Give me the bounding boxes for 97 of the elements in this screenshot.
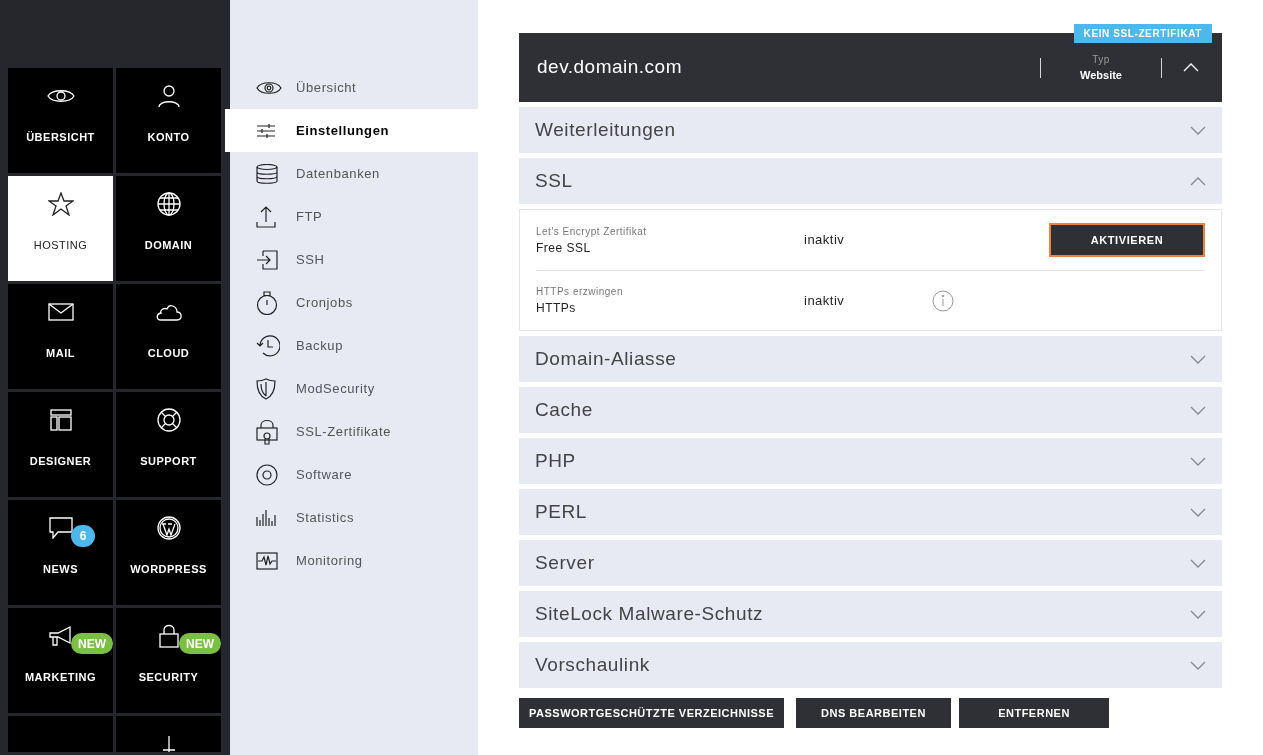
user-icon (157, 84, 180, 107)
shield-icon (256, 377, 276, 400)
action-button[interactable]: PASSWORTGESCHÜTZTE VERZEICHNISSE (519, 698, 784, 728)
chevron-down-icon[interactable] (1190, 125, 1206, 135)
type-value: Website (1080, 67, 1122, 83)
sub-menu-item[interactable]: Statistics (230, 496, 478, 539)
menu-tile[interactable]: ÜBERSICHT (8, 68, 113, 173)
sub-menu-item[interactable]: SSH (230, 238, 478, 281)
history-icon (256, 334, 280, 357)
sliders-icon (256, 122, 276, 139)
sign-in-icon (256, 249, 278, 270)
sub-menu-item[interactable]: ModSecurity (230, 367, 478, 410)
accordion-header[interactable]: Vorschaulink (519, 642, 1222, 688)
sub-menu-item[interactable]: Monitoring (230, 539, 478, 582)
layout-icon (49, 408, 72, 431)
wordpress-icon (156, 515, 181, 540)
menu-tile[interactable]: CLOUD (116, 284, 221, 389)
menu-tile[interactable]: DESIGNER (8, 392, 113, 497)
eye-icon (256, 79, 282, 96)
lifebuoy-icon (156, 407, 181, 432)
menu-tile-label: KONTO (147, 129, 190, 145)
stopwatch-icon (256, 290, 278, 315)
action-button[interactable]: DNS BEARBEITEN (796, 698, 951, 728)
chevron-down-icon[interactable] (1190, 456, 1206, 466)
menu-tile-label: MARKETING (24, 669, 97, 685)
upload-icon (256, 205, 276, 228)
menu-tile-label: CLOUD (147, 345, 190, 361)
accordion-header[interactable]: PHP (519, 438, 1222, 484)
accordion-header[interactable]: PERL (519, 489, 1222, 535)
action-button[interactable]: ENTFERNEN (959, 698, 1109, 728)
accordion-header[interactable]: Cache (519, 387, 1222, 433)
setting-status: inaktiv (804, 291, 846, 310)
menu-tile-label: MAIL (46, 345, 75, 361)
menu-tile[interactable] (116, 716, 221, 752)
accordion-header[interactable]: Weiterleitungen (519, 107, 1222, 153)
accordion-header[interactable]: Domain-Aliasse (519, 336, 1222, 382)
domain-name: dev.domain.com (537, 55, 683, 80)
padlock-icon (158, 623, 179, 648)
menu-tile-label: DOMAIN (144, 237, 193, 253)
setting-status: inaktiv (804, 231, 846, 250)
heartbeat-monitor-icon (256, 551, 278, 570)
type-label: Typ (1092, 52, 1110, 67)
accordion-header[interactable]: Server (519, 540, 1222, 586)
menu-tile[interactable]: NEW MARKETING (8, 608, 113, 713)
accordion-header[interactable]: SiteLock Malware-Schutz (519, 591, 1222, 637)
envelope-icon (47, 302, 74, 321)
star-icon (47, 191, 74, 216)
database-icon (256, 163, 278, 184)
globe-icon (156, 191, 181, 216)
plus-icon (162, 736, 175, 752)
setting-label: Free SSL (536, 239, 592, 257)
bar-chart-icon (256, 508, 276, 527)
disc-icon (256, 463, 278, 486)
certificate-lock-icon (256, 418, 278, 445)
chevron-down-icon[interactable] (1190, 507, 1206, 517)
new-badge: NEW (179, 633, 221, 654)
menu-tile-label: NEWS (43, 561, 78, 577)
sub-menu-item[interactable]: Software (230, 453, 478, 496)
menu-tile-label: SUPPORT (140, 453, 197, 469)
menu-tile[interactable]: KONTO (116, 68, 221, 173)
setting-caption: HTTPs erzwingen (536, 285, 624, 299)
new-badge: NEW (71, 633, 113, 654)
menu-tile[interactable]: 6 NEWS (8, 500, 113, 605)
count-badge: 6 (71, 525, 95, 547)
cloud-icon (155, 302, 182, 321)
info-icon[interactable] (932, 289, 954, 312)
sub-menu-item[interactable]: Cronjobs (230, 281, 478, 324)
sub-menu-item[interactable]: SSL-Zertifikate (230, 410, 478, 453)
activate-button[interactable]: AKTIVIEREN (1049, 223, 1205, 257)
sub-menu-item[interactable]: Übersicht (230, 66, 478, 109)
menu-tile-label: DESIGNER (29, 453, 92, 469)
megaphone-icon (48, 624, 73, 647)
menu-tile-label: HOSTING (33, 237, 88, 253)
chevron-down-icon[interactable] (1190, 558, 1206, 568)
menu-tile[interactable] (8, 716, 113, 752)
chevron-down-icon[interactable] (1190, 405, 1206, 415)
setting-caption: Let's Encrypt Zertifikat (536, 224, 648, 239)
menu-tile-label: ÜBERSICHT (26, 129, 95, 145)
menu-tile[interactable]: DOMAIN (116, 176, 221, 281)
sub-menu-item[interactable]: Datenbanken (230, 152, 478, 195)
menu-tile[interactable]: MAIL (8, 284, 113, 389)
sub-menu-item[interactable]: Backup (230, 324, 478, 367)
menu-tile[interactable]: WORDPRESS (116, 500, 221, 605)
menu-tile-label: SECURITY (138, 669, 199, 685)
sub-menu-item[interactable]: FTP (230, 195, 478, 238)
menu-tile-label: WORDPRESS (130, 561, 207, 577)
chevron-down-icon[interactable] (1190, 354, 1206, 364)
chevron-down-icon[interactable] (1190, 609, 1206, 619)
ssl-status-badge: KEIN SSL-ZERTIFIKAT (1073, 24, 1212, 43)
accordion-header[interactable]: SSL (519, 158, 1222, 204)
menu-tile[interactable]: NEW SECURITY (116, 608, 221, 713)
setting-label: HTTPs (536, 300, 577, 317)
menu-tile[interactable]: SUPPORT (116, 392, 221, 497)
sub-menu-item[interactable]: Einstellungen (225, 109, 478, 152)
speech-bubble-icon (48, 516, 73, 539)
menu-tile[interactable]: HOSTING (8, 176, 113, 281)
chevron-down-icon[interactable] (1190, 660, 1206, 670)
